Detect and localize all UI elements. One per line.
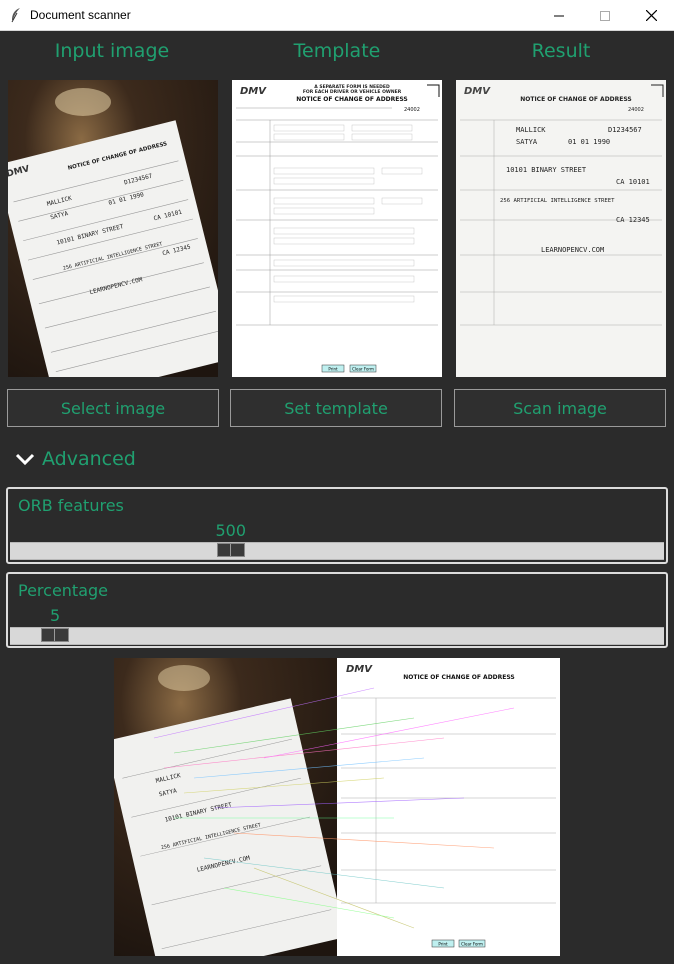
orb-features-label: ORB features [18,496,124,515]
template-title: NOTICE OF CHANGE OF ADDRESS [296,96,408,103]
result-first-name: SATYA [516,138,538,146]
title-bar: Document scanner [0,0,674,31]
input-image: DMV NOTICE OF CHANGE OF ADDRESS MALLICK … [8,80,218,377]
orb-features-panel: ORB features 500 [6,487,668,564]
template-clear: Clear Form [352,367,374,372]
template-agency: DMV [240,86,267,97]
maximize-icon [600,10,610,21]
close-icon [645,10,657,21]
result-title: NOTICE OF CHANGE OF ADDRESS [520,96,632,103]
result-street2: 256 ARTIFICIAL INTELLIGENCE STREET [500,198,615,204]
percentage-slider[interactable] [10,627,664,645]
result-city2: CA 12345 [616,216,650,224]
orb-features-slider[interactable] [10,542,664,560]
match-template-title: NOTICE OF CHANGE OF ADDRESS [403,674,515,681]
input-image-heading: Input image [54,40,170,62]
template-header2: FOR EACH DRIVER OR VEHICLE OWNER [303,89,402,95]
minimize-button[interactable] [536,0,582,31]
result-city1: CA 10101 [616,178,650,186]
match-clear: Clear Form [461,942,483,947]
result-code: 24002 [628,107,644,113]
result-last-name: MALLICK [516,126,546,134]
percentage-value: 5 [50,606,61,625]
template-print: Print [328,367,338,372]
advanced-toggle[interactable]: Advanced [14,446,136,472]
set-template-button[interactable]: Set template [230,389,442,427]
result-image: DMV NOTICE OF CHANGE OF ADDRESS 24002 MA… [456,80,666,377]
chevron-down-icon [15,453,35,466]
result-dob: 01 01 1990 [568,138,610,146]
select-image-button[interactable]: Select image [7,389,219,427]
close-button[interactable] [628,0,674,31]
match-print: Print [438,942,448,947]
minimize-icon [554,15,564,16]
percentage-label: Percentage [18,581,109,600]
maximize-button[interactable] [582,0,628,31]
window-title: Document scanner [30,8,131,22]
feature-matches-image: MALLICK SATYA 10101 BINARY STREET 256 AR… [114,658,560,956]
match-template-agency: DMV [346,664,373,675]
percentage-slider-thumb[interactable] [41,628,69,642]
template-heading: Template [293,40,381,62]
result-dl: D1234567 [608,126,642,134]
result-heading: Result [531,40,591,62]
result-street1: 10101 BINARY STREET [506,166,587,174]
orb-features-slider-thumb[interactable] [217,543,245,557]
result-web: LEARNOPENCV.COM [541,246,604,254]
feather-icon [11,8,20,23]
template-image: DMV A SEPARATE FORM IS NEEDED FOR EACH D… [232,80,442,377]
orb-features-value: 500 [215,521,247,540]
scan-image-button[interactable]: Scan image [454,389,666,427]
result-agency: DMV [464,86,491,97]
percentage-panel: Percentage 5 [6,572,668,648]
advanced-label: Advanced [42,448,136,470]
template-code: 24002 [404,107,420,113]
